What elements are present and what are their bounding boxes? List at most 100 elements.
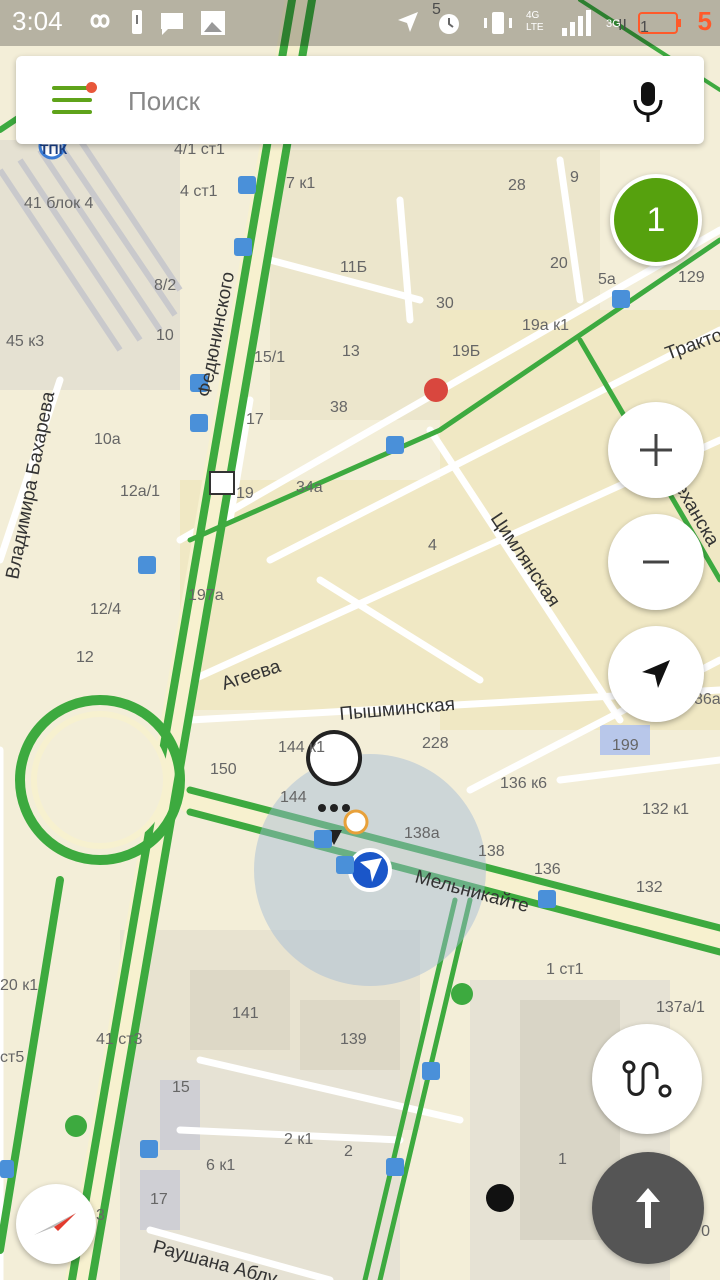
building-label: 138а	[404, 825, 440, 842]
compass-icon	[34, 1213, 76, 1235]
building-label: 7 к1	[286, 175, 315, 192]
street-label-bakhareva: Владимира Бахарева	[2, 389, 59, 581]
building-label: 19Б	[452, 343, 480, 360]
building-label: ст5	[0, 1049, 24, 1066]
building-label: 3	[96, 1207, 105, 1224]
building-label: 10	[156, 327, 174, 344]
building-label: 5а	[598, 271, 616, 288]
building-label: 2 к1	[284, 1131, 313, 1148]
building-label: 34а	[296, 479, 323, 496]
building-label: 141	[232, 1005, 259, 1022]
bus-stop-icon	[314, 830, 332, 848]
building-label: 41 ст3	[96, 1031, 143, 1048]
bus-stop-icon	[538, 890, 556, 908]
bus-stop-icon	[336, 856, 354, 874]
user-position-icon[interactable]	[348, 848, 392, 892]
building-label: 6 к1	[206, 1157, 235, 1174]
building-label: 129	[678, 269, 705, 286]
building-label: 197а	[188, 587, 224, 604]
building-label: 136	[534, 861, 561, 878]
building-label: 4 ст1	[180, 183, 218, 200]
poi-icon	[486, 1184, 514, 1212]
location-arrow-icon	[642, 660, 670, 688]
building-label: 228	[422, 735, 449, 752]
bus-stop-icon	[238, 176, 256, 194]
building-label: 144 к1	[278, 739, 325, 756]
building-label: 13	[342, 343, 360, 360]
roundabout	[15, 695, 185, 865]
building-label: 30	[436, 295, 454, 312]
signal-icon	[562, 10, 591, 36]
pharmacy-icon	[424, 378, 448, 402]
route-icon	[622, 1060, 672, 1098]
building-label: 28	[508, 177, 526, 194]
bus-stop-icon	[386, 436, 404, 454]
building-label: 9	[570, 169, 579, 186]
alarm-icon	[439, 14, 459, 34]
building-label: 15	[172, 1079, 190, 1096]
message-icon	[161, 13, 183, 35]
building-label: 150	[210, 761, 237, 778]
battery-icon	[638, 12, 681, 34]
gallery-icon	[201, 11, 225, 35]
zoom-out-button[interactable]	[608, 514, 704, 610]
building-label: 132	[636, 879, 663, 896]
building-label: 12	[76, 649, 94, 666]
bus-stop-icon	[138, 556, 156, 574]
minus-icon	[643, 560, 669, 564]
infinity-icon	[90, 14, 110, 28]
building-label: 20 к1	[0, 977, 38, 994]
status-bar: 3:04 4G LTE 3G 5	[0, 0, 720, 46]
layers-badge-count: 1	[646, 200, 666, 239]
building-label: 20	[550, 255, 568, 272]
vibrate-icon	[484, 12, 512, 34]
bus-stop-icon	[234, 238, 252, 256]
microphone-icon[interactable]	[632, 80, 664, 124]
search-bar	[16, 56, 704, 144]
shop-icon	[65, 1115, 87, 1137]
calendar-icon	[209, 471, 235, 495]
bus-stop-icon	[422, 1062, 440, 1080]
location-icon	[398, 12, 418, 32]
building-label: 2	[344, 1143, 353, 1160]
route-button[interactable]	[592, 1024, 702, 1134]
building-label: 12/4	[90, 601, 121, 618]
search-input[interactable]	[126, 76, 610, 126]
network-3g-label: 3G	[606, 18, 621, 30]
bus-stop-icon	[612, 290, 630, 308]
notification-dot	[86, 82, 97, 93]
building-label: 17	[150, 1191, 168, 1208]
building-label: 139	[340, 1031, 367, 1048]
alert-icon	[132, 10, 142, 34]
building-label: 38	[330, 399, 348, 416]
building-label: 8/2	[154, 277, 176, 294]
zoom-in-button[interactable]	[608, 402, 704, 498]
building-label: 45 к3	[6, 333, 44, 350]
locate-me-button[interactable]	[608, 626, 704, 722]
building-label: 1	[558, 1151, 567, 1168]
building-label: 15/1	[254, 349, 285, 366]
building-label: 138	[478, 843, 505, 860]
building-label: 1 ст1	[546, 961, 584, 978]
navigate-up-button[interactable]	[592, 1152, 704, 1264]
building-label: 144	[280, 789, 307, 806]
layers-badge-button[interactable]: 1	[610, 174, 702, 266]
building-label: 19а к1	[522, 317, 569, 334]
bus-stop-icon	[0, 1160, 14, 1178]
plus-icon	[640, 434, 672, 466]
bus-stop-icon	[140, 1140, 158, 1158]
building-label: 41 блок 4	[24, 195, 94, 212]
compass-button[interactable]	[16, 1184, 96, 1264]
clock: 3:04	[12, 6, 63, 36]
building-label: 199	[612, 737, 639, 754]
arrow-up-icon	[636, 1188, 660, 1228]
battery-level: 5	[697, 6, 712, 36]
building-label: 12а/1	[120, 483, 160, 500]
bus-stop-icon	[190, 414, 208, 432]
building-label: 132 к1	[642, 801, 689, 818]
building-label: 4	[428, 537, 437, 554]
building-label: 10а	[94, 431, 121, 448]
building-label: 11Б	[340, 259, 367, 276]
building-label: 19	[236, 485, 254, 502]
bus-stop-icon	[386, 1158, 404, 1176]
